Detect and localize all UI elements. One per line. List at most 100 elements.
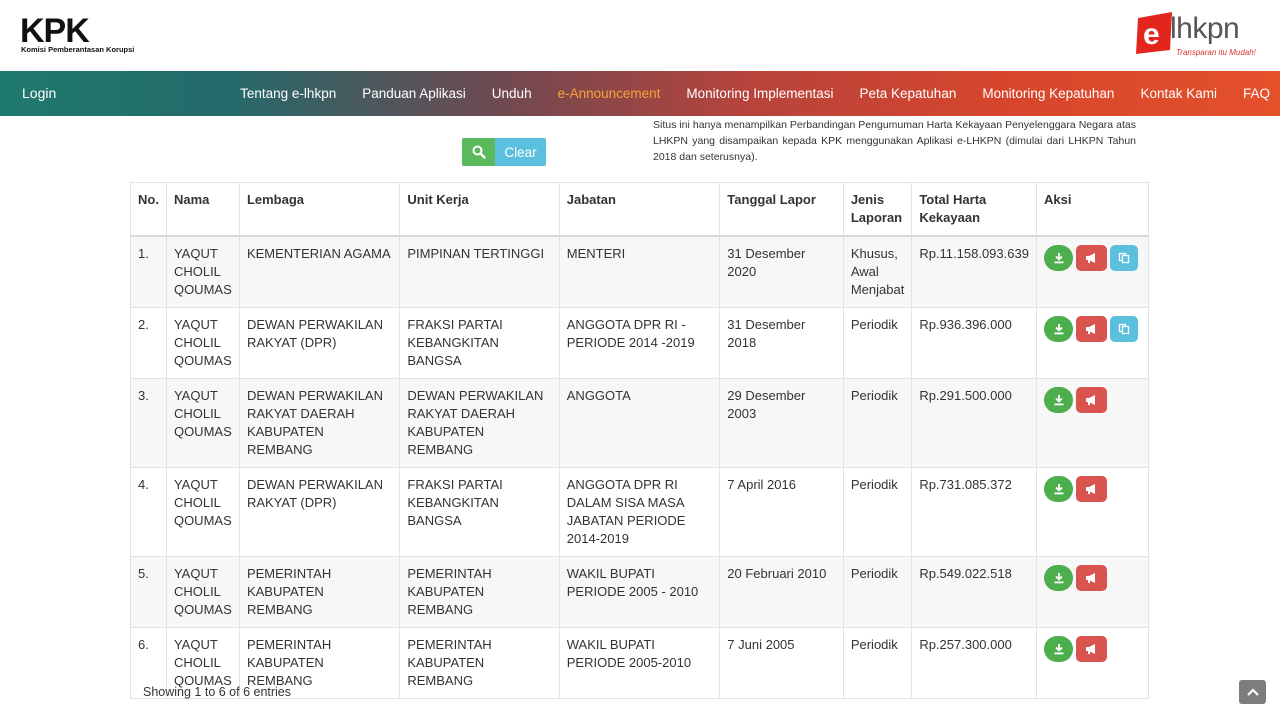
elhkpn-wordmark: lhkpn (1170, 12, 1240, 45)
cell-nama: YAQUT CHOLIL QOUMAS (165, 378, 240, 468)
cell-jabatan: WAKIL BUPATI PERIODE 2005-2010 (558, 627, 721, 699)
cell-no: 1. (130, 235, 167, 308)
col-aksi: Aksi (1036, 182, 1149, 237)
megaphone-icon (1086, 253, 1095, 263)
cell-unit: DEWAN PERWAKILAN RAKYAT DAERAH KABUPATEN… (399, 378, 560, 468)
col-jenis-laporan[interactable]: Jenis Laporan (842, 182, 913, 237)
compare-button[interactable] (1110, 316, 1138, 342)
main-navbar: Login Tentang e-lhkpn Panduan Aplikasi U… (0, 71, 1280, 116)
cell-no: 3. (130, 378, 167, 468)
announcement-table: No. Nama Lembaga Unit Kerja Jabatan Tang… (130, 182, 1149, 699)
entries-info: Showing 1 to 6 of 6 entries (143, 685, 292, 699)
announcement-button[interactable] (1076, 476, 1107, 502)
announcement-button[interactable] (1076, 636, 1107, 662)
cell-total: Rp.549.022.518 (911, 556, 1037, 628)
kpk-logo[interactable]: KPK Komisi Pemberantasan Korupsi (20, 14, 150, 58)
cell-jabatan: MENTERI (558, 235, 721, 308)
cell-tanggal: 7 April 2016 (719, 467, 844, 557)
download-icon (1054, 573, 1063, 584)
nav-item-faq[interactable]: FAQ (1243, 86, 1270, 101)
megaphone-icon (1086, 644, 1095, 654)
compare-icon (1118, 323, 1130, 335)
search-icon (472, 145, 486, 159)
download-button[interactable] (1044, 245, 1073, 271)
col-total-harta[interactable]: Total Harta Kekayaan (911, 182, 1037, 237)
elhkpn-logo[interactable]: e lhkpn Transparan itu Mudah! (1134, 12, 1274, 58)
cell-lembaga: DEWAN PERWAKILAN RAKYAT DAERAH KABUPATEN… (238, 378, 401, 468)
col-unit-kerja[interactable]: Unit Kerja (399, 182, 560, 237)
col-tanggal-lapor[interactable]: Tanggal Lapor (719, 182, 844, 237)
col-nama[interactable]: Nama (165, 182, 240, 237)
download-button[interactable] (1044, 387, 1073, 413)
cell-no: 2. (130, 307, 167, 379)
cell-jenis: Periodik (842, 627, 913, 699)
cell-tanggal: 7 Juni 2005 (719, 627, 844, 699)
download-icon (1054, 253, 1063, 264)
cell-no: 5. (130, 556, 167, 628)
download-icon (1054, 324, 1063, 335)
cell-total: Rp.291.500.000 (911, 378, 1037, 468)
col-jabatan[interactable]: Jabatan (558, 182, 721, 237)
cell-lembaga: KEMENTERIAN AGAMA (238, 235, 401, 308)
nav-item-kontak-kami[interactable]: Kontak Kami (1140, 86, 1217, 101)
announcement-button[interactable] (1076, 387, 1107, 413)
download-button[interactable] (1044, 565, 1073, 591)
download-button[interactable] (1044, 316, 1073, 342)
megaphone-icon (1086, 484, 1095, 494)
nav-item-tentang[interactable]: Tentang e-lhkpn (240, 86, 336, 101)
nav-item-unduh[interactable]: Unduh (492, 86, 532, 101)
nav-menu: Tentang e-lhkpn Panduan Aplikasi Unduh e… (214, 71, 1270, 116)
nav-item-monitoring-implementasi[interactable]: Monitoring Implementasi (686, 86, 833, 101)
elhkpn-tagline: Transparan itu Mudah! (1176, 48, 1256, 57)
cell-jenis: Periodik (842, 556, 913, 628)
cell-nama: YAQUT CHOLIL QOUMAS (165, 467, 240, 557)
nav-item-panduan[interactable]: Panduan Aplikasi (362, 86, 466, 101)
table-row: 5. YAQUT CHOLIL QOUMAS PEMERINTAH KABUPATE… (130, 556, 1149, 628)
nav-login-link[interactable]: Login (22, 85, 56, 101)
table-header-row: No. Nama Lembaga Unit Kerja Jabatan Tang… (130, 182, 1149, 237)
cell-unit: PIMPINAN TERTINGGI (399, 235, 560, 308)
table-row: 4. YAQUT CHOLIL QOUMAS DEWAN PERWAKILAN RA… (130, 467, 1149, 557)
elhkpn-e-icon: e (1136, 12, 1172, 54)
cell-lembaga: PEMERINTAH KABUPATEN REMBANG (238, 556, 401, 628)
cell-total: Rp.731.085.372 (911, 467, 1037, 557)
cell-aksi (1036, 556, 1149, 628)
cell-jenis: Periodik (842, 307, 913, 379)
announcement-button[interactable] (1076, 316, 1107, 342)
cell-aksi (1036, 307, 1149, 379)
chevron-up-icon (1246, 688, 1259, 696)
cell-jabatan: ANGGOTA DPR RI DALAM SISA MASA JABATAN P… (558, 467, 721, 557)
cell-unit: FRAKSI PARTAI KEBANGKITAN BANGSA (399, 467, 560, 557)
compare-button[interactable] (1110, 245, 1138, 271)
cell-lembaga: DEWAN PERWAKILAN RAKYAT (DPR) (238, 467, 401, 557)
cell-tanggal: 29 Desember 2003 (719, 378, 844, 468)
cell-nama: YAQUT CHOLIL QOUMAS (165, 556, 240, 628)
cell-nama: YAQUT CHOLIL QOUMAS (165, 235, 240, 308)
nav-item-e-announcement[interactable]: e-Announcement (558, 86, 661, 101)
download-icon (1054, 644, 1063, 655)
announcement-button[interactable] (1076, 565, 1107, 591)
search-button[interactable] (462, 138, 495, 166)
megaphone-icon (1086, 324, 1095, 334)
cell-tanggal: 31 Desember 2018 (719, 307, 844, 379)
col-no[interactable]: No. (130, 182, 167, 237)
kpk-logo-mark: KPK (20, 14, 91, 44)
scroll-top-button[interactable] (1239, 680, 1266, 704)
table-row: 2. YAQUT CHOLIL QOUMAS DEWAN PERWAKILAN RA… (130, 307, 1149, 379)
clear-button[interactable]: Clear (495, 138, 546, 166)
kpk-subtitle: Komisi Pemberantasan Korupsi (21, 45, 135, 54)
table-row: 3. YAQUT CHOLIL QOUMAS DEWAN PERWAKILAN RA… (130, 378, 1149, 468)
download-button[interactable] (1044, 476, 1073, 502)
announcement-button[interactable] (1076, 245, 1107, 271)
cell-no: 4. (130, 467, 167, 557)
svg-text:e: e (1143, 18, 1160, 51)
nav-item-peta-kepatuhan[interactable]: Peta Kepatuhan (860, 86, 957, 101)
col-lembaga[interactable]: Lembaga (238, 182, 401, 237)
megaphone-icon (1086, 395, 1095, 405)
cell-total: Rp.11.158.093.639 (911, 235, 1037, 308)
nav-item-monitoring-kepatuhan[interactable]: Monitoring Kepatuhan (982, 86, 1114, 101)
cell-unit: PEMERINTAH KABUPATEN REMBANG (399, 627, 560, 699)
table-row: 1. YAQUT CHOLIL QOUMAS KEMENTERIAN AGAMA PI… (130, 235, 1149, 308)
cell-aksi (1036, 627, 1149, 699)
download-button[interactable] (1044, 636, 1073, 662)
